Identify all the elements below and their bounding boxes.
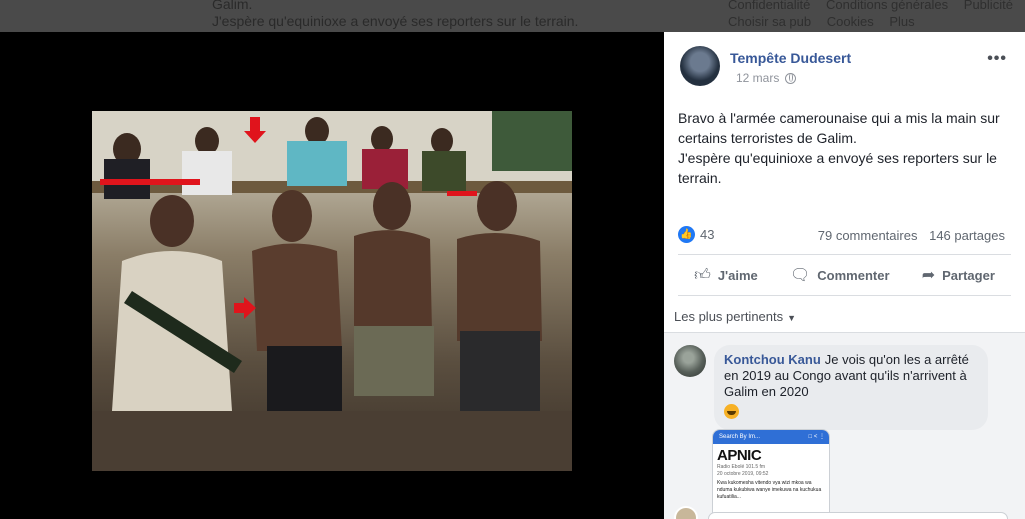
like-button[interactable]: 👍︎ J'aime	[694, 266, 758, 285]
current-user-avatar	[674, 506, 698, 519]
comment-button[interactable]: 🗨︎ Commenter	[790, 265, 890, 285]
footer-link[interactable]: Choisir sa pub	[728, 14, 811, 29]
attachment-header: Search By Im... □ < ⋮	[713, 430, 829, 444]
share-label: Partager	[942, 267, 995, 283]
commenter-name[interactable]: Kontchou Kanu	[724, 352, 821, 367]
write-comment-input[interactable]	[708, 512, 1008, 519]
background-page: Galim. J'espère qu'equinioxe a envoyé se…	[0, 0, 1025, 32]
caret-down-icon: ▼	[787, 313, 797, 323]
attachment-logo: APNIC	[717, 447, 762, 464]
comment-sort-dropdown[interactable]: Les plus pertinents ▼	[674, 309, 796, 324]
comment-icon: 🗨︎	[789, 267, 811, 284]
background-line-2: J'espère qu'equinioxe a envoyé ses repor…	[212, 13, 579, 29]
author-name[interactable]: Tempête Dudesert	[730, 50, 851, 66]
footer-link[interactable]: Conditions générales	[826, 0, 948, 12]
footer-link[interactable]: Publicité	[964, 0, 1013, 12]
post-photo[interactable]	[92, 111, 572, 471]
thumbs-up-icon: 👍︎	[694, 266, 711, 284]
attachment-source: Radio Ebolé 101.5 fm	[717, 464, 766, 470]
more-options-icon[interactable]: •••	[987, 50, 1007, 68]
attachment-date: 20 octobre 2019, 09:52	[717, 471, 769, 477]
globe-icon	[785, 72, 797, 84]
shares-count[interactable]: 146 partages	[929, 228, 1005, 243]
share-icon: ➦	[921, 267, 936, 284]
reactions-summary[interactable]: 👍 43	[678, 226, 714, 243]
footer-link[interactable]: Cookies	[827, 14, 874, 29]
post-text: Bravo à l'armée camerounaise qui a mis l…	[678, 110, 1000, 186]
background-footer-links: Confidentialité Conditions générales Pub…	[728, 0, 1025, 30]
background-post-text: Galim. J'espère qu'equinioxe a envoyé se…	[212, 0, 578, 30]
comment-bubble: Kontchou Kanu Je vois qu'on les a arrêté …	[714, 345, 988, 430]
photo-theater[interactable]	[0, 32, 664, 519]
post-side-panel: Tempête Dudesert 12 mars ••• Bravo à l'a…	[664, 32, 1025, 519]
attachment-toolbar-icons: □ < ⋮	[808, 434, 825, 440]
post-meta: 12 mars	[736, 71, 797, 85]
post-actions: 👍︎ J'aime 🗨︎ Commenter ➦ Partager	[678, 254, 1011, 296]
attachment-title: Search By Im...	[719, 434, 761, 440]
share-button[interactable]: ➦ Partager	[922, 265, 995, 285]
comments-count[interactable]: 79 commentaires	[818, 228, 918, 243]
footer-link[interactable]: Confidentialité	[728, 0, 810, 12]
photo-illustration	[92, 111, 572, 471]
engagement-counts: 79 commentaires 146 partages	[818, 228, 1005, 243]
reactions-count[interactable]: 43	[700, 227, 714, 242]
author-avatar[interactable]	[680, 46, 720, 86]
footer-link[interactable]: Plus	[889, 14, 914, 29]
laugh-emoji-icon	[724, 404, 739, 419]
like-reaction-icon: 👍	[678, 226, 695, 243]
reply-avatar-row	[674, 506, 698, 519]
post-date[interactable]: 12 mars	[736, 71, 779, 85]
comments-section: Kontchou Kanu Je vois qu'on les a arrêté …	[664, 332, 1025, 519]
sort-label: Les plus pertinents	[674, 309, 784, 324]
commenter-avatar[interactable]	[674, 345, 706, 377]
like-label: J'aime	[717, 267, 758, 283]
attachment-body: Kwa kukomesha vitendo vya wizi mkoa wa n…	[717, 480, 822, 500]
comment-label: Commenter	[817, 267, 890, 283]
background-line-1: Galim.	[212, 0, 253, 12]
comment-image-attachment[interactable]: Search By Im... □ < ⋮ APNIC Radio Ebolé …	[712, 429, 830, 519]
